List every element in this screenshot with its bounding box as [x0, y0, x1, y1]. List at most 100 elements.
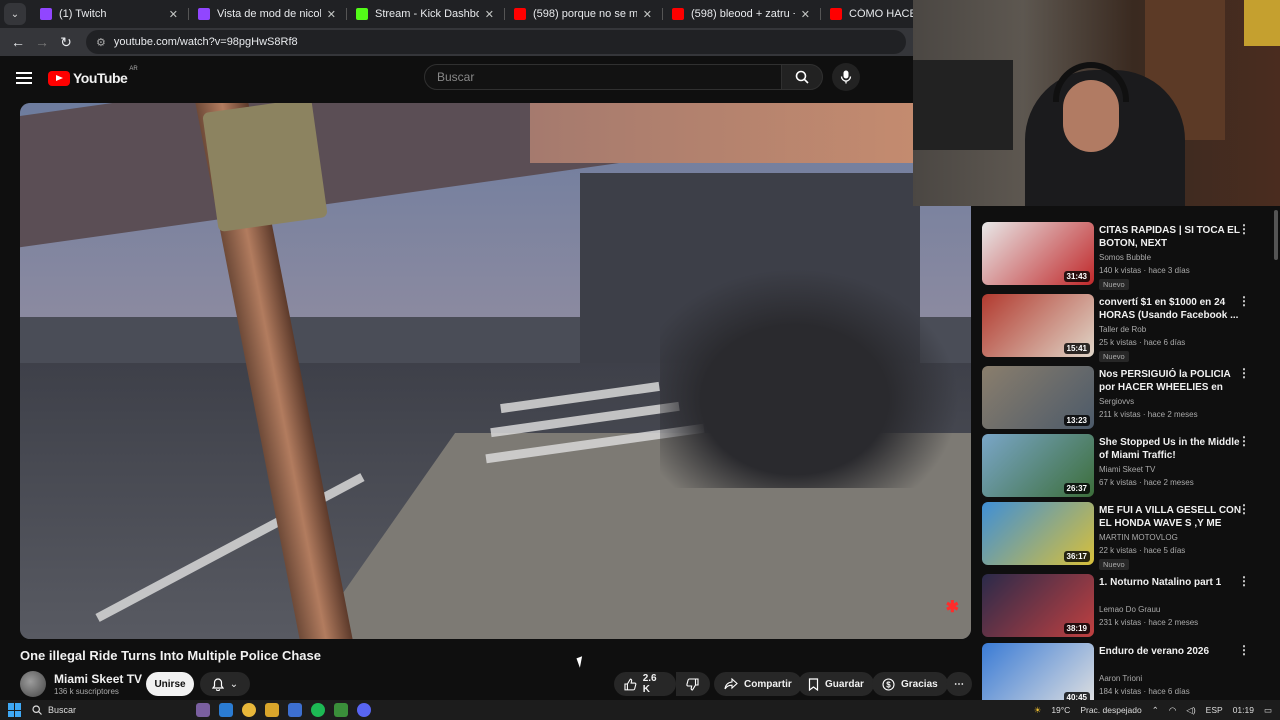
more-vertical-icon[interactable]: ⋮ — [1238, 295, 1250, 307]
youtube-logo[interactable]: YouTube AR — [48, 66, 138, 86]
video-duration: 15:41 — [1063, 343, 1090, 354]
recommended-video-title[interactable]: ME FUI A VILLA GESELL CON EL HONDA WAVE … — [1099, 504, 1243, 531]
kick-favicon-icon — [356, 8, 368, 20]
recommended-video-meta: 211 k vistas · hace 2 meses — [1099, 410, 1198, 419]
dislike-button[interactable] — [676, 672, 710, 696]
more-vertical-icon[interactable]: ⋮ — [1238, 367, 1250, 379]
close-tab-icon[interactable]: ✕ — [485, 8, 494, 21]
browser-tab[interactable]: Vista de mod de nicolinoo87 -✕ — [188, 0, 346, 28]
recommended-video-title[interactable]: She Stopped Us in the Middle of Miami Tr… — [1099, 436, 1243, 462]
recommended-video[interactable]: 26:37 She Stopped Us in the Middle of Mia… — [982, 434, 1272, 498]
thanks-button[interactable]: $ Gracias — [872, 672, 948, 696]
notification-button[interactable]: ⌄ — [200, 672, 250, 696]
wifi-icon[interactable]: ◠ — [1169, 705, 1176, 716]
video-thumbnail[interactable]: 31:43 — [982, 222, 1094, 285]
share-icon — [724, 678, 738, 690]
browser-tab[interactable]: (1) Twitch ✕ — [30, 0, 188, 28]
more-vertical-icon[interactable]: ⋮ — [1238, 435, 1250, 447]
new-badge: Nuevo — [1099, 351, 1129, 362]
recommended-video-meta: 184 k vistas · hace 6 días — [1099, 687, 1190, 696]
more-actions-button[interactable]: ⋯ — [946, 672, 972, 696]
share-button[interactable]: Compartir — [714, 672, 802, 696]
windows-taskbar: Buscar ☀ 19°C Prac. despejado ⌃ ◠ ◁) ESP… — [0, 700, 1280, 720]
recommended-video-meta: 67 k vistas · hace 2 meses — [1099, 478, 1194, 487]
video-thumbnail[interactable]: 15:41 — [982, 294, 1094, 357]
recommended-video-title[interactable]: Nos PERSIGUIÓ la POLICIA por HACER WHEEL… — [1099, 368, 1243, 395]
video-thumbnail[interactable]: 36:17 — [982, 502, 1094, 565]
recommended-video-meta: 140 k vistas · hace 3 días — [1099, 266, 1190, 275]
recommended-video[interactable]: 31:43 CITAS RAPIDAS | SI TOCA EL BOTON, N… — [982, 222, 1272, 290]
video-thumbnail[interactable]: 38:19 — [982, 574, 1094, 637]
recommended-video-title[interactable]: 1. Noturno Natalino part 1 — [1099, 576, 1243, 589]
voice-search-button[interactable] — [832, 63, 860, 91]
site-info-icon[interactable]: ⚙ — [96, 36, 106, 49]
more-vertical-icon[interactable]: ⋮ — [1238, 575, 1250, 587]
recommended-video[interactable]: 13:23 Nos PERSIGUIÓ la POLICIA por HACER … — [982, 366, 1272, 430]
recommended-video-channel[interactable]: Lemao Do Grauu — [1099, 605, 1160, 614]
recommended-video[interactable]: 15:41 convertí $1 en $1000 en 24 HORAS (U… — [982, 294, 1272, 362]
video-thumbnail[interactable]: 26:37 — [982, 434, 1094, 497]
tab-search-button[interactable]: ⌄ — [4, 3, 26, 25]
task-view-icon[interactable] — [196, 703, 210, 717]
recommended-video[interactable]: 40:45 Enduro de verano 2026 Aaron Trioni 18… — [982, 643, 1272, 711]
close-tab-icon[interactable]: ✕ — [643, 8, 652, 21]
close-tab-icon[interactable]: ✕ — [327, 8, 336, 21]
webcam-overlay — [913, 0, 1280, 206]
close-tab-icon[interactable]: ✕ — [169, 8, 178, 21]
copilot-icon[interactable] — [219, 703, 233, 717]
clock[interactable]: 01:19 — [1233, 705, 1254, 715]
join-button[interactable]: Unirse — [146, 672, 194, 696]
url-field[interactable]: ⚙ youtube.com/watch?v=98pgHwS8Rf8 — [86, 30, 906, 54]
thumbs-up-icon — [624, 678, 637, 690]
recommended-video-meta: 231 k vistas · hace 2 meses — [1099, 618, 1199, 627]
volume-icon[interactable]: ◁) — [1186, 705, 1195, 716]
recommended-video-channel[interactable]: Sergiovvs — [1099, 397, 1134, 406]
discord-icon[interactable] — [357, 703, 371, 717]
back-arrow-icon[interactable]: ← — [6, 30, 30, 54]
more-vertical-icon[interactable]: ⋮ — [1238, 644, 1250, 656]
like-button[interactable]: 2.6 K — [614, 672, 676, 696]
file-explorer-icon[interactable] — [265, 703, 279, 717]
recommended-video-channel[interactable]: Somos Bubble — [1099, 253, 1151, 262]
recommended-video-channel[interactable]: Aaron Trioni — [1099, 674, 1142, 683]
weather-icon: ☀ — [1033, 704, 1042, 715]
chrome-icon[interactable] — [242, 703, 256, 717]
menu-icon[interactable] — [16, 72, 32, 84]
new-badge: Nuevo — [1099, 279, 1129, 290]
recommended-video-title[interactable]: Enduro de verano 2026 — [1099, 645, 1243, 658]
subscriber-count: 136 k suscriptores — [54, 687, 119, 696]
forward-arrow-icon[interactable]: → — [30, 30, 54, 54]
spotify-icon[interactable] — [311, 703, 325, 717]
download-icon[interactable] — [334, 703, 348, 717]
search-input[interactable]: Buscar — [424, 64, 782, 90]
recommended-video[interactable]: 38:19 1. Noturno Natalino part 1 Lemao Do … — [982, 574, 1272, 638]
channel-name[interactable]: Miami Skeet TV — [54, 672, 142, 686]
channel-avatar[interactable] — [20, 671, 46, 697]
recommended-video-title[interactable]: convertí $1 en $1000 en 24 HORAS (Usando… — [1099, 296, 1243, 322]
browser-tab[interactable]: Stream - Kick Dashboard✕ — [346, 0, 504, 28]
scrollbar[interactable] — [1272, 206, 1280, 700]
recommended-video-channel[interactable]: Miami Skeet TV — [1099, 465, 1155, 474]
recommended-video[interactable]: 36:17 ME FUI A VILLA GESELL CON EL HONDA … — [982, 502, 1272, 570]
recommended-video-title[interactable]: CITAS RAPIDAS | SI TOCA EL BOTON, NEXT — [1099, 224, 1243, 250]
notifications-icon[interactable]: ▭ — [1264, 705, 1272, 716]
video-thumbnail[interactable]: 13:23 — [982, 366, 1094, 429]
taskbar-search[interactable]: Buscar — [32, 705, 160, 715]
chevron-up-icon[interactable]: ⌃ — [1152, 705, 1159, 716]
video-duration: 13:23 — [1063, 415, 1090, 426]
close-tab-icon[interactable]: ✕ — [801, 8, 810, 21]
video-player[interactable]: ✱ — [20, 103, 971, 639]
store-icon[interactable] — [288, 703, 302, 717]
more-vertical-icon[interactable]: ⋮ — [1238, 503, 1250, 515]
recommended-video-meta: 25 k vistas · hace 6 días — [1099, 338, 1186, 347]
video-thumbnail[interactable]: 40:45 — [982, 643, 1094, 706]
save-button[interactable]: Guardar — [798, 672, 874, 696]
recommended-video-channel[interactable]: Taller de Rob — [1099, 325, 1146, 334]
browser-tab[interactable]: (598) bleood + zatru + yrschi t✕ — [662, 0, 820, 28]
browser-tab[interactable]: (598) porque no se me escucha✕ — [504, 0, 662, 28]
more-vertical-icon[interactable]: ⋮ — [1238, 223, 1250, 235]
search-button[interactable] — [781, 64, 823, 90]
reload-icon[interactable]: ↻ — [54, 30, 78, 54]
recommended-video-channel[interactable]: MARTIN MOTOVLOG — [1099, 533, 1178, 542]
windows-start-icon[interactable] — [8, 703, 22, 717]
